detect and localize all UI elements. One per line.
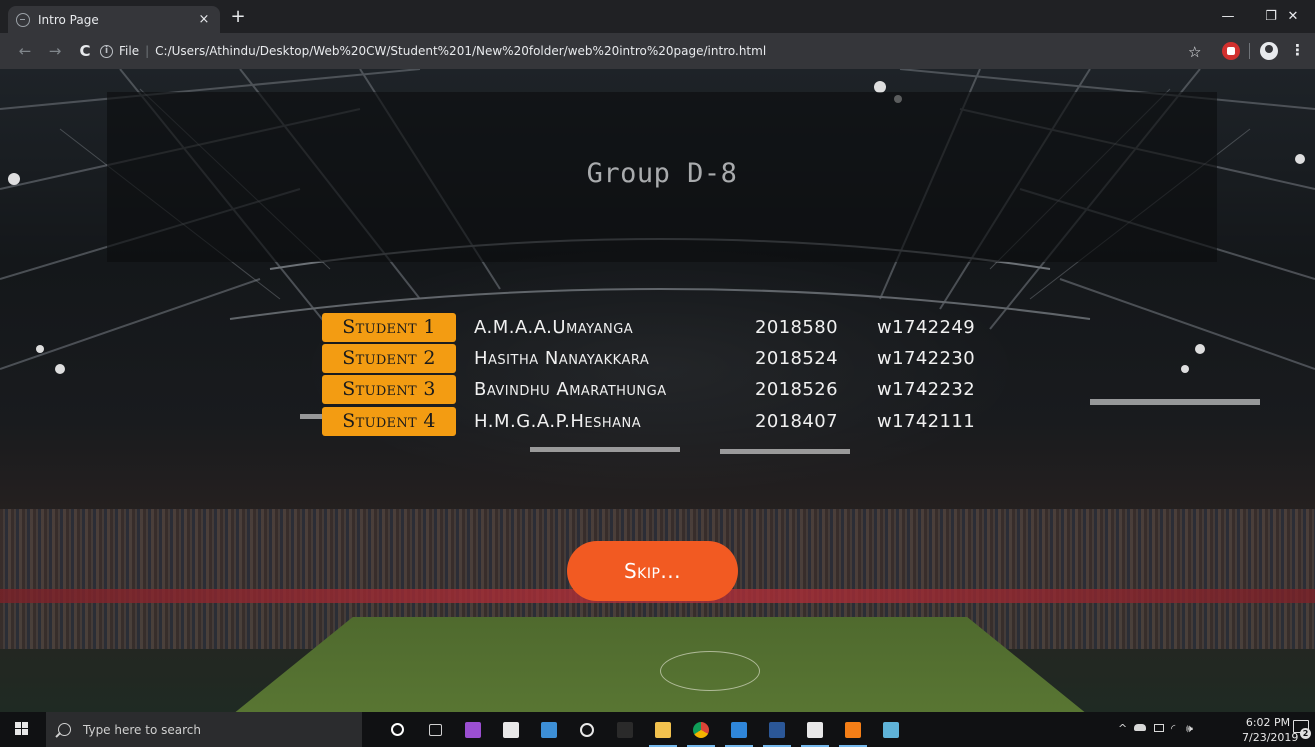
student-name: H.M.G.A.P.Heshana bbox=[474, 410, 642, 432]
clock-date: 7/23/2019 bbox=[1242, 731, 1299, 744]
dolby-taskbar-button[interactable] bbox=[798, 716, 832, 747]
student-id: 2018580 bbox=[755, 316, 838, 338]
windows-start-icon[interactable] bbox=[15, 722, 29, 736]
student-name: A.M.A.A.Umayanga bbox=[474, 316, 634, 338]
toolbar-divider bbox=[1249, 43, 1250, 59]
student-row: Student 4 H.M.G.A.P.Heshana 2018407 w174… bbox=[322, 406, 1022, 436]
student-w-number: w1742249 bbox=[877, 316, 976, 338]
close-tab-icon[interactable]: × bbox=[196, 12, 212, 27]
cortana-taskbar-button[interactable] bbox=[380, 716, 414, 743]
centre-circle bbox=[660, 651, 760, 691]
back-button[interactable]: ← bbox=[12, 42, 38, 60]
profile-avatar-icon[interactable] bbox=[1260, 42, 1278, 60]
system-clock[interactable]: 6:02 PM 7/23/2019 bbox=[1242, 715, 1299, 745]
word-icon bbox=[769, 721, 785, 738]
globe-icon bbox=[16, 12, 30, 27]
file-explorer-icon bbox=[655, 721, 671, 738]
extension-icon[interactable] bbox=[1222, 42, 1240, 60]
forward-button[interactable]: → bbox=[42, 42, 68, 60]
wifi-icon[interactable]: ◜ bbox=[1171, 722, 1175, 735]
search-placeholder: Type here to search bbox=[83, 722, 201, 737]
groove-icon bbox=[580, 722, 594, 737]
battery-icon[interactable] bbox=[1154, 724, 1164, 732]
photos-taskbar-button[interactable] bbox=[532, 716, 566, 743]
student-name: Bavindhu Amarathunga bbox=[474, 378, 667, 400]
page-viewport: Group D-8 Student 1 A.M.A.A.Umayanga 201… bbox=[0, 69, 1315, 712]
terminal-taskbar-button[interactable] bbox=[608, 716, 642, 743]
photos-icon bbox=[541, 721, 557, 738]
search-icon bbox=[58, 723, 71, 736]
skip-button[interactable]: Skip... bbox=[567, 541, 738, 601]
action-center-icon[interactable]: 2 bbox=[1293, 720, 1311, 739]
page-title: Group D-8 bbox=[586, 158, 738, 189]
notification-count: 2 bbox=[1300, 728, 1311, 739]
close-window-button[interactable]: ✕ bbox=[1271, 4, 1315, 30]
student-badge: Student 2 bbox=[322, 343, 456, 373]
edge-taskbar-button[interactable] bbox=[722, 716, 756, 747]
notepad-taskbar-button[interactable] bbox=[874, 716, 908, 743]
windows-taskbar: Type here to search ^ ◜ 🕪 6:02 PM 7/23/2… bbox=[0, 712, 1315, 747]
student-row: Student 2 Hasitha Nanayakkara 2018524 w1… bbox=[322, 343, 1022, 373]
groove-taskbar-button[interactable] bbox=[570, 716, 604, 743]
notepad-icon bbox=[883, 721, 899, 738]
student-id: 2018407 bbox=[755, 410, 838, 432]
student-badge: Student 3 bbox=[322, 374, 456, 404]
student-badge: Student 1 bbox=[322, 312, 456, 342]
visual-studio-taskbar-button[interactable] bbox=[456, 716, 490, 743]
terminal-icon bbox=[617, 721, 633, 738]
student-w-number: w1742111 bbox=[877, 410, 976, 432]
task-view-taskbar-button[interactable] bbox=[418, 716, 452, 743]
student-badge: Student 4 bbox=[322, 406, 456, 436]
student-id: 2018524 bbox=[755, 347, 838, 369]
tab-title: Intro Page bbox=[38, 12, 99, 27]
title-panel: Group D-8 bbox=[107, 92, 1217, 262]
word-taskbar-button[interactable] bbox=[760, 716, 794, 747]
student-row: Student 3 Bavindhu Amarathunga 2018526 w… bbox=[322, 374, 1022, 404]
url-text[interactable]: C:/Users/Athindu/Desktop/Web%20CW/Studen… bbox=[155, 44, 766, 58]
cortana-icon bbox=[390, 723, 404, 736]
chrome-taskbar-button[interactable] bbox=[684, 716, 718, 747]
task-view-icon bbox=[428, 723, 442, 736]
minimize-button[interactable]: — bbox=[1206, 4, 1250, 30]
browser-tab-strip: Intro Page × + — ❐ ✕ bbox=[0, 0, 1315, 33]
address-bar[interactable]: i File | C:/Users/Athindu/Desktop/Web%20… bbox=[100, 37, 1200, 65]
student-id: 2018526 bbox=[755, 378, 838, 400]
address-separator: | bbox=[145, 44, 150, 58]
student-row: Student 1 A.M.A.A.Umayanga 2018580 w1742… bbox=[322, 312, 1022, 342]
dolby-icon bbox=[807, 721, 823, 738]
onedrive-icon[interactable] bbox=[1134, 724, 1146, 731]
reload-button[interactable]: C bbox=[72, 42, 98, 60]
edge-icon bbox=[731, 721, 747, 738]
sublime-text-icon bbox=[845, 721, 861, 738]
chrome-icon bbox=[693, 721, 709, 738]
volume-icon[interactable]: 🕪 bbox=[1186, 722, 1193, 736]
student-w-number: w1742230 bbox=[877, 347, 976, 369]
tray-chevron-icon[interactable]: ^ bbox=[1118, 722, 1127, 735]
new-tab-button[interactable]: + bbox=[228, 8, 248, 26]
clock-time: 6:02 PM bbox=[1245, 716, 1291, 729]
taskbar-search-box[interactable]: Type here to search bbox=[46, 712, 362, 747]
browser-toolbar: ← → C i File | C:/Users/Athindu/Desktop/… bbox=[0, 33, 1315, 69]
student-name: Hasitha Nanayakkara bbox=[474, 347, 650, 369]
bookmark-star-icon[interactable]: ☆ bbox=[1188, 43, 1201, 61]
browser-tab[interactable]: Intro Page × bbox=[8, 6, 220, 33]
mail-taskbar-button[interactable] bbox=[494, 716, 528, 743]
file-explorer-taskbar-button[interactable] bbox=[646, 716, 680, 747]
mail-icon bbox=[503, 721, 519, 738]
sublime-text-taskbar-button[interactable] bbox=[836, 716, 870, 747]
visual-studio-icon bbox=[465, 721, 481, 738]
scheme-label: File bbox=[119, 44, 140, 58]
browser-menu-icon[interactable]: ⋮ bbox=[1290, 41, 1305, 59]
student-w-number: w1742232 bbox=[877, 378, 976, 400]
info-icon[interactable]: i bbox=[100, 44, 113, 58]
